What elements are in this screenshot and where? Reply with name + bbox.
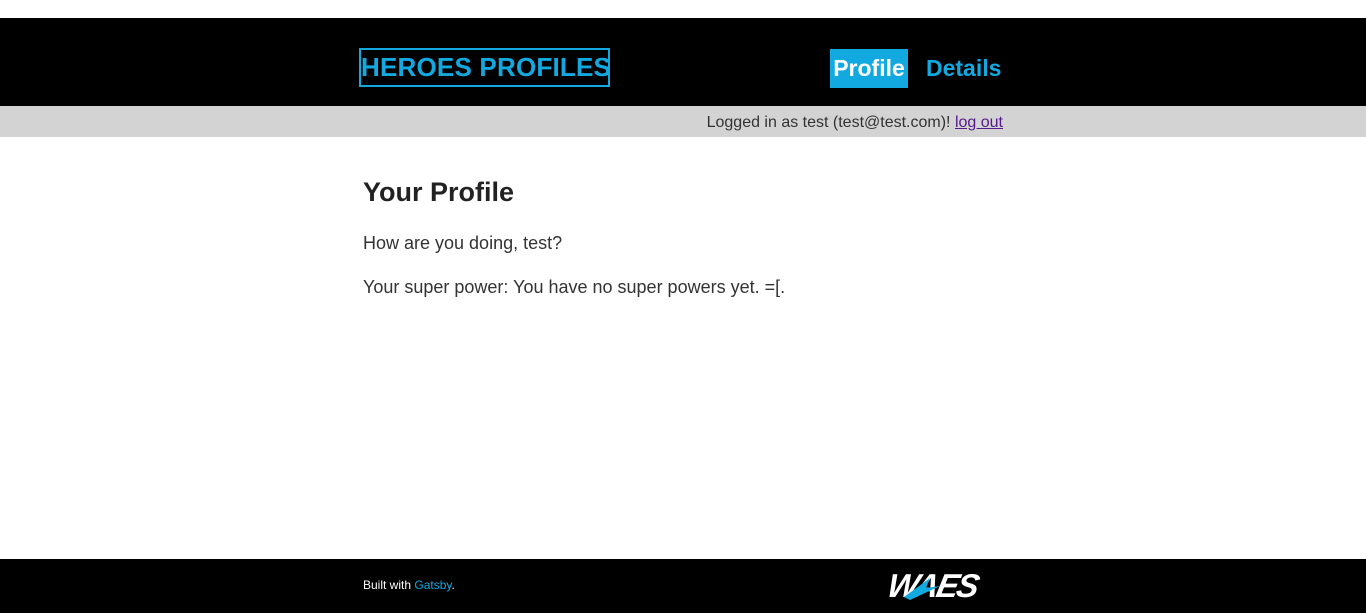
built-with-suffix: . bbox=[451, 578, 455, 592]
svg-text:WAES: WAES bbox=[884, 568, 983, 603]
greeting-text: How are you doing, test? bbox=[363, 233, 563, 253]
page-title: Your Profile bbox=[363, 177, 515, 207]
top-spacer bbox=[0, 0, 1366, 18]
main-content: Your Profile How are you doing, test? Yo… bbox=[0, 137, 1366, 559]
site-logo-link[interactable]: HEROES PROFILES bbox=[359, 48, 611, 87]
site-footer: Built with Gatsby. WAES bbox=[0, 559, 1366, 613]
login-status: Logged in as test (test@test.com)! log o… bbox=[707, 106, 1003, 139]
site-header: HEROES PROFILES Profile Details bbox=[0, 18, 1366, 106]
built-with-prefix: Built with bbox=[363, 578, 415, 592]
built-with-text: Built with Gatsby. bbox=[363, 578, 455, 592]
waes-logo-icon: WAES bbox=[884, 568, 983, 603]
logout-link[interactable]: log out bbox=[955, 114, 1003, 131]
login-status-bar: Logged in as test (test@test.com)! log o… bbox=[0, 106, 1366, 137]
logged-in-text: Logged in as test (test@test.com)! bbox=[706, 114, 955, 131]
gatsby-link[interactable]: Gatsby bbox=[414, 578, 451, 592]
nav-details-link[interactable]: Details bbox=[926, 49, 1001, 88]
nav-profile-link[interactable]: Profile bbox=[830, 49, 908, 88]
super-power-text: Your super power: You have no super powe… bbox=[363, 277, 786, 297]
